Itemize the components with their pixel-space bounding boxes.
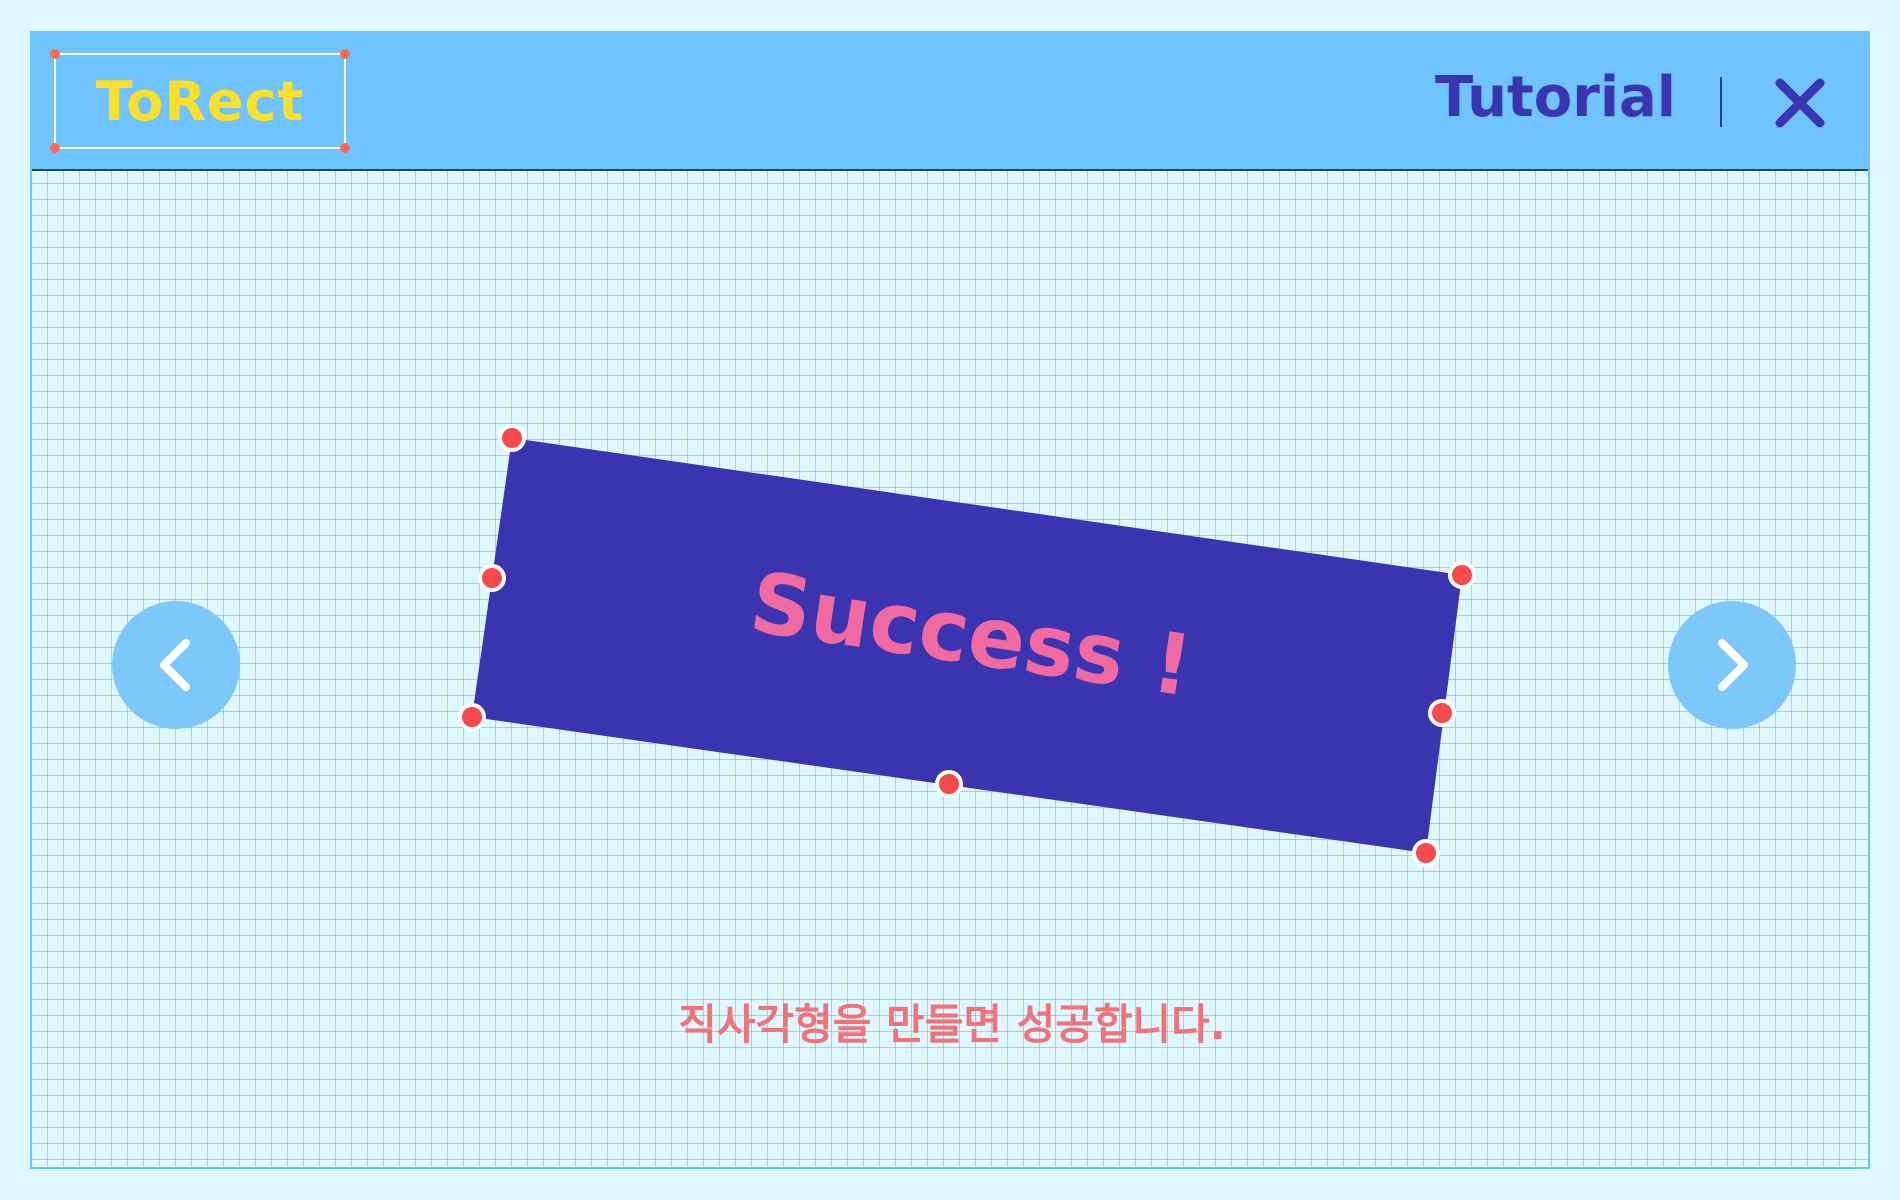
handle-bottom-edge[interactable] (935, 770, 963, 798)
handle-top-left[interactable] (498, 424, 526, 452)
previous-button[interactable] (112, 601, 240, 729)
chevron-right-icon (1718, 639, 1748, 691)
handle-bottom-left[interactable] (458, 703, 486, 731)
handle-right-edge[interactable] (1428, 699, 1456, 727)
game-board: ToRect Tutorial Success ! 직사각형을 만들면 성공합니… (30, 31, 1870, 1169)
handle-left-edge[interactable] (478, 564, 506, 592)
handle-bottom-right[interactable] (1412, 839, 1440, 867)
next-button[interactable] (1668, 601, 1796, 729)
instruction-text: 직사각형을 만들면 성공합니다. (678, 1000, 1226, 1049)
handle-top-right[interactable] (1448, 561, 1476, 589)
chevron-left-icon (160, 639, 190, 691)
